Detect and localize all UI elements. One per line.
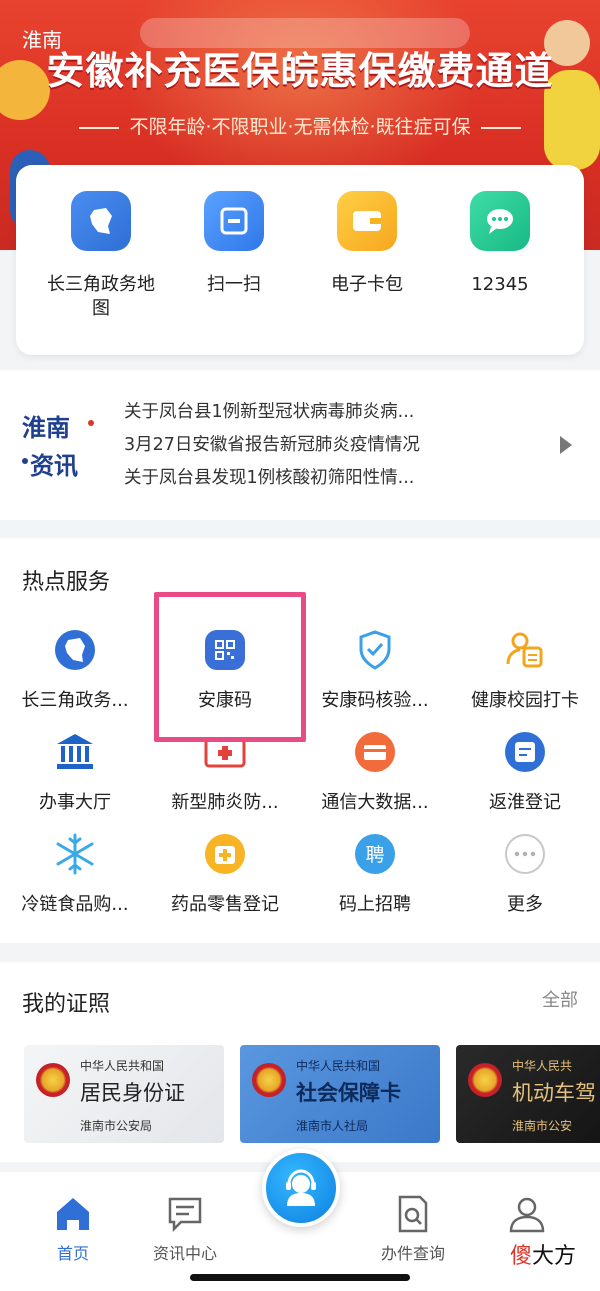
- home-indicator: [190, 1274, 410, 1281]
- cert-issuer: 淮南市人社局: [296, 1119, 369, 1133]
- cert-country: 中华人民共和国: [80, 1059, 165, 1073]
- social-security-card[interactable]: 中华人民共和国 社会保障卡 淮南市人社局: [240, 1045, 440, 1143]
- chat-icon: [470, 191, 530, 251]
- service-label: 冷链食品购...: [21, 894, 129, 915]
- service-item[interactable]: 健康校园打卡: [450, 628, 600, 712]
- watermark: 傻大方: [510, 1238, 576, 1270]
- news-item[interactable]: 3月27日安徽省报告新冠肺炎疫情情况: [124, 429, 544, 462]
- banner-subtitle: 不限年龄·不限职业·无需体检·既往症可保: [0, 112, 600, 139]
- snowflake-icon: [53, 832, 97, 876]
- logo-dot: [22, 458, 28, 464]
- quick-action-scan[interactable]: 扫一扫: [169, 191, 299, 297]
- more-icon: [503, 832, 547, 876]
- service-item[interactable]: 新型肺炎防...: [150, 730, 300, 814]
- map-icon: [71, 191, 131, 251]
- news-section: 淮南 资讯 关于凤台县1例新型冠状病毒肺炎病... 3月27日安徽省报告新冠肺炎…: [0, 370, 600, 520]
- card-icon: [353, 730, 397, 774]
- view-all-link[interactable]: 全部: [542, 986, 578, 1012]
- quick-action-label: 电子卡包: [331, 274, 403, 295]
- service-item[interactable]: 安康码核验...: [300, 628, 450, 712]
- service-item[interactable]: 冷链食品购...: [0, 832, 150, 916]
- news-logo: 淮南 资讯: [22, 408, 106, 488]
- service-item[interactable]: 通信大数据...: [300, 730, 450, 814]
- highlight-box: [154, 592, 306, 742]
- quick-action-map[interactable]: 长三角政务地图: [36, 191, 166, 321]
- service-label: 药品零售登记: [171, 894, 279, 915]
- tab-news-center[interactable]: 资讯中心: [130, 1194, 240, 1264]
- divider: [480, 126, 521, 129]
- watermark-rest: 大方: [532, 1244, 577, 1269]
- service-item[interactable]: 办事大厅: [0, 730, 150, 814]
- service-item[interactable]: 返淮登记: [450, 730, 600, 814]
- watermark-first: 傻: [510, 1244, 533, 1269]
- service-label: 健康校园打卡: [471, 690, 579, 711]
- service-label: 安康码核验...: [321, 690, 429, 711]
- cert-issuer: 淮南市公安: [512, 1119, 573, 1133]
- shield-check-icon: [353, 628, 397, 672]
- quick-action-wallet[interactable]: 电子卡包: [302, 191, 432, 297]
- tab-label: 首页: [56, 1244, 89, 1263]
- cert-country: 中华人民共和国: [296, 1059, 381, 1073]
- driving-license-card[interactable]: 中华人民共 机动车驾 淮南市公安: [456, 1045, 600, 1143]
- service-label: 通信大数据...: [321, 792, 429, 813]
- cert-name: 机动车驾: [512, 1081, 596, 1105]
- banner-title: 安徽补充医保皖惠保缴费通道: [46, 49, 554, 93]
- cert-name: 居民身份证: [80, 1081, 185, 1105]
- document-search-icon: [358, 1194, 468, 1234]
- register-icon: [503, 730, 547, 774]
- customer-service-button[interactable]: [262, 1149, 340, 1227]
- news-logo-top: 淮南: [22, 414, 70, 442]
- tab-case-query[interactable]: 办件查询: [358, 1194, 468, 1264]
- service-label: 返淮登记: [489, 792, 561, 813]
- tab-label: 办件查询: [380, 1244, 445, 1263]
- national-emblem-icon: [36, 1063, 70, 1097]
- service-label: 新型肺炎防...: [171, 792, 279, 813]
- scan-icon: [204, 191, 264, 251]
- service-label: 办事大厅: [39, 792, 111, 813]
- map-icon: [53, 628, 97, 672]
- cert-country: 中华人民共: [512, 1059, 573, 1073]
- government-hall-icon: [53, 730, 97, 774]
- news-item[interactable]: 关于凤台县1例新型冠状病毒肺炎病...: [124, 396, 544, 429]
- service-label: 更多: [507, 894, 543, 915]
- quick-action-label: 扫一扫: [207, 274, 261, 295]
- service-label: 码上招聘: [339, 894, 411, 915]
- tab-label: 资讯中心: [152, 1244, 217, 1263]
- headset-user-icon: [286, 1169, 316, 1206]
- news-logo-bottom: 资讯: [30, 452, 78, 480]
- service-item[interactable]: 长三角政务...: [0, 628, 150, 712]
- message-icon: [130, 1194, 240, 1234]
- certificates-section: 我的证照 全部 中华人民共和国 居民身份证 淮南市公安局 中华人民共和国 社会保…: [0, 962, 600, 1162]
- section-title: 我的证照: [22, 992, 111, 1017]
- person-card-icon: [503, 628, 547, 672]
- quick-actions-card: 长三角政务地图 扫一扫 电子卡包 12345: [16, 165, 584, 355]
- cert-name: 社会保障卡: [296, 1080, 401, 1105]
- service-item[interactable]: 更多: [450, 832, 600, 916]
- play-arrow-icon[interactable]: [560, 436, 572, 454]
- banner-subtitle-text: 不限年龄·不限职业·无需体检·既往症可保: [129, 116, 471, 138]
- svg-text:聘: 聘: [365, 844, 384, 866]
- user-icon: [472, 1194, 582, 1234]
- cert-issuer: 淮南市公安局: [80, 1119, 153, 1133]
- medicine-box-icon: [203, 832, 247, 876]
- id-card[interactable]: 中华人民共和国 居民身份证 淮南市公安局: [24, 1045, 224, 1143]
- national-emblem-icon: [468, 1063, 502, 1097]
- service-item[interactable]: 聘 码上招聘: [300, 832, 450, 916]
- news-list: 关于凤台县1例新型冠状病毒肺炎病... 3月27日安徽省报告新冠肺炎疫情情况 关…: [124, 396, 544, 495]
- tab-home[interactable]: 首页: [18, 1194, 128, 1264]
- wallet-icon: [337, 191, 397, 251]
- home-icon: [18, 1194, 128, 1234]
- news-item[interactable]: 关于凤台县发现1例核酸初筛阳性情...: [124, 462, 544, 495]
- divider: [79, 126, 120, 129]
- national-emblem-icon: [252, 1063, 286, 1097]
- service-label: 长三角政务...: [21, 690, 129, 711]
- section-title: 热点服务: [22, 570, 111, 595]
- quick-action-label: 长三角政务地图: [47, 274, 155, 319]
- quick-action-hotline[interactable]: 12345: [435, 191, 565, 297]
- recruit-icon: 聘: [353, 832, 397, 876]
- logo-dot: [88, 420, 94, 426]
- service-item[interactable]: 药品零售登记: [150, 832, 300, 916]
- quick-action-label: 12345: [471, 274, 529, 295]
- tab-profile[interactable]: [472, 1194, 582, 1240]
